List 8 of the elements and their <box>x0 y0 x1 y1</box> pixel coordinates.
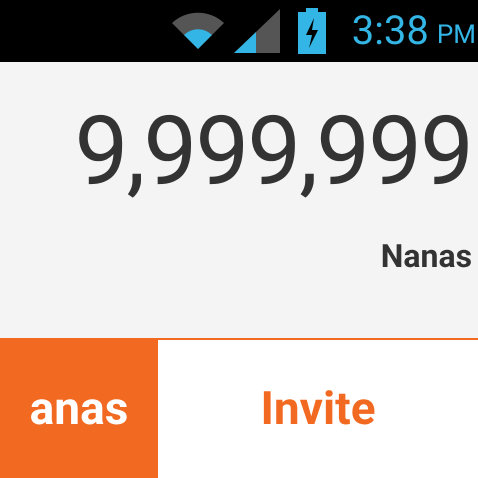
status-time: 3:38 <box>352 11 429 51</box>
balance-amount: 9,999,999 <box>74 104 472 200</box>
balance-unit: Nanas <box>380 240 472 272</box>
signal-icon <box>234 9 280 53</box>
status-period: PM <box>436 22 476 48</box>
tab[interactable]: anas <box>0 340 158 478</box>
wifi-icon <box>170 11 226 51</box>
battery-charging-icon <box>298 8 326 54</box>
